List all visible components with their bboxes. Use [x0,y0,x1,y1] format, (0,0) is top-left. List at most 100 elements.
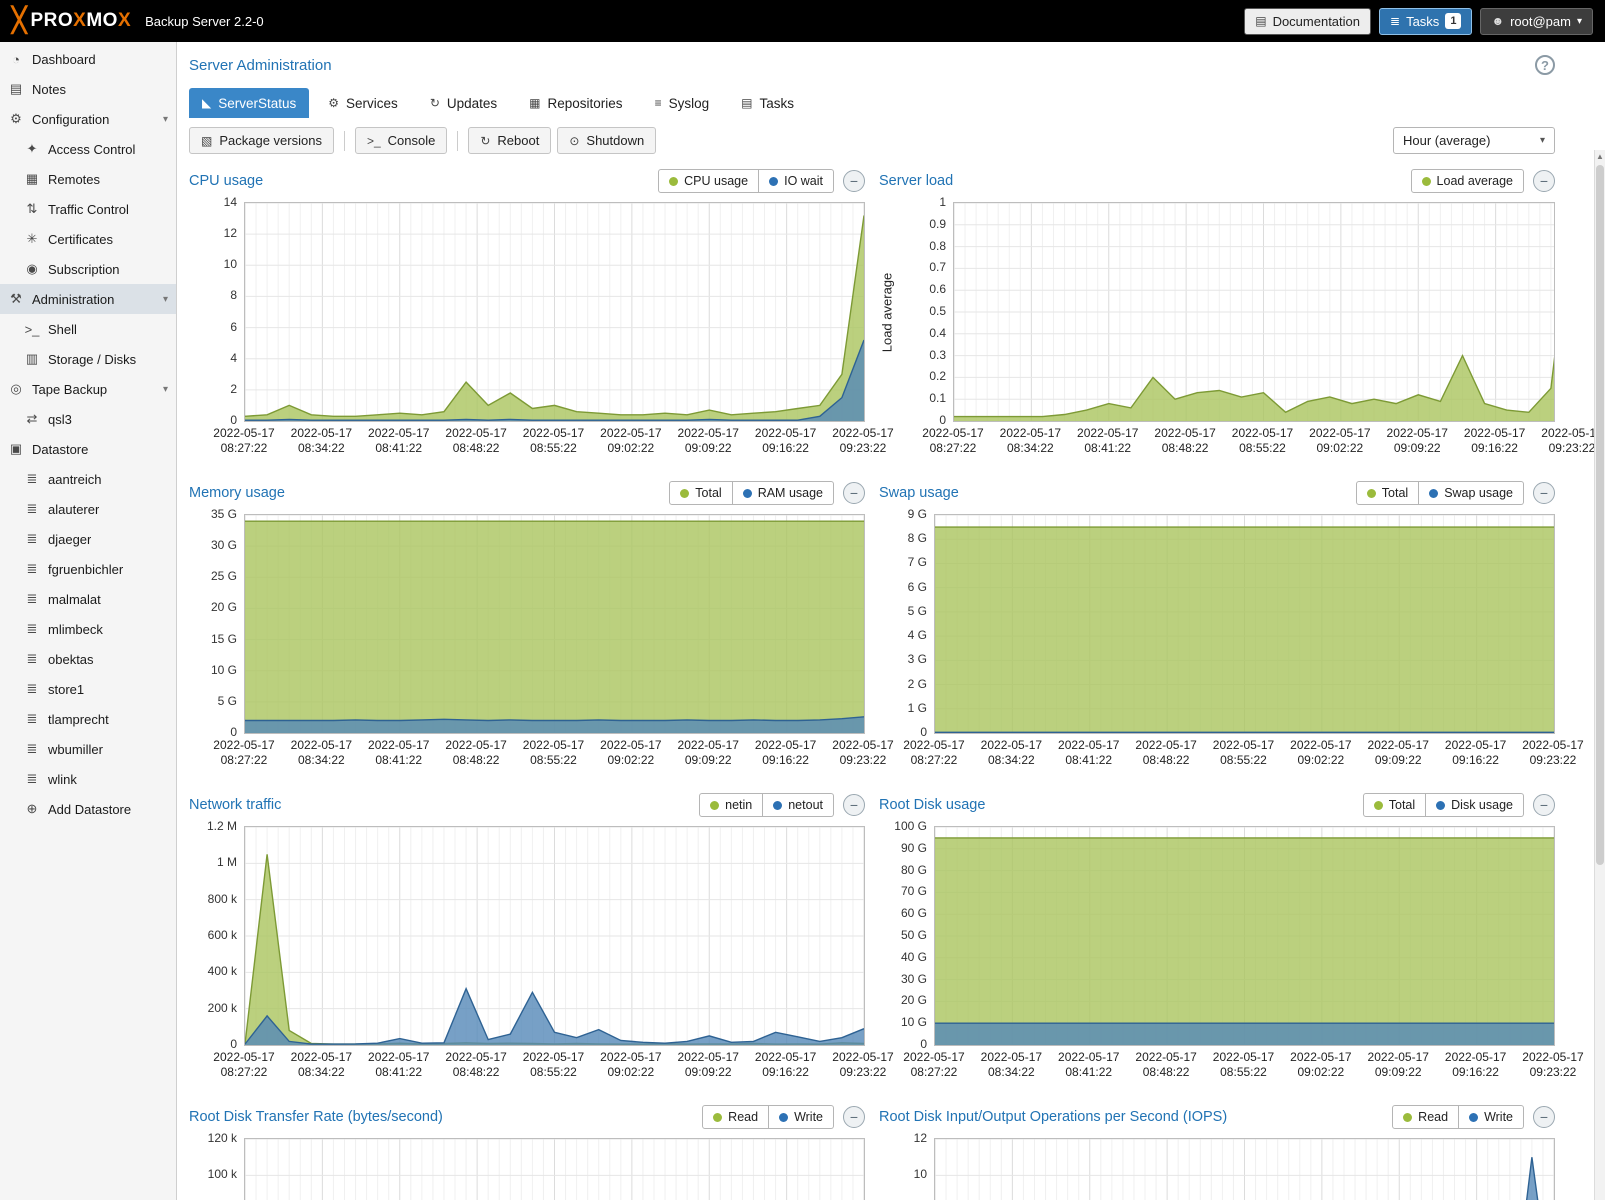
collapse-chart-button[interactable]: − [843,482,865,504]
legend-read[interactable]: Read [702,1105,769,1129]
sidebar-item-obektas[interactable]: ≣obektas [0,644,176,674]
tab-label: Services [346,96,398,111]
tab-syslog[interactable]: ≡Syslog [642,88,723,118]
legend-read[interactable]: Read [1392,1105,1459,1129]
legend-netin[interactable]: netin [699,793,763,817]
legend-disk-usage[interactable]: Disk usage [1426,793,1524,817]
sidebar-item-fgruenbichler[interactable]: ≣fgruenbichler [0,554,176,584]
package-versions-button[interactable]: ▧ Package versions [189,127,334,154]
sidebar-item-tape-backup[interactable]: ◎Tape Backup▾ [0,374,176,404]
key-icon: ✦ [24,141,40,157]
help-button[interactable]: ? [1535,55,1555,75]
collapse-chart-button[interactable]: − [843,1106,865,1128]
sidebar-item-certificates[interactable]: ✳Certificates [0,224,176,254]
sidebar-item-alauterer[interactable]: ≣alauterer [0,494,176,524]
documentation-button[interactable]: ▤ Documentation [1244,8,1371,35]
chevron-down-icon[interactable]: ▾ [163,294,168,305]
console-button[interactable]: >_ Console [355,127,447,154]
chevron-down-icon[interactable]: ▾ [163,384,168,395]
tab-services[interactable]: ⚙Services [315,88,411,118]
legend-swap-usage[interactable]: Swap usage [1419,481,1524,505]
sidebar-item-tlamprecht[interactable]: ≣tlamprecht [0,704,176,734]
sidebar-item-label: Dashboard [32,52,96,67]
sidebar-item-access-control[interactable]: ✦Access Control [0,134,176,164]
sidebar-item-mlimbeck[interactable]: ≣mlimbeck [0,614,176,644]
sidebar-item-traffic-control[interactable]: ⇅Traffic Control [0,194,176,224]
app-root: { "header": { "brand": { "p1": "PRO", "x… [0,0,1605,1200]
tab-tasks[interactable]: ▤Tasks [728,88,807,118]
sidebar-item-administration[interactable]: ⚒Administration▾ [0,284,176,314]
legend-label: Total [695,486,721,500]
y-tick-label: 5 G [908,604,927,618]
chevron-down-icon[interactable]: ▾ [163,114,168,125]
legend-write[interactable]: Write [769,1105,834,1129]
vertical-scrollbar[interactable]: ▲ [1594,150,1605,1200]
collapse-chart-button[interactable]: − [1533,1106,1555,1128]
collapse-chart-button[interactable]: − [843,170,865,192]
chevron-down-icon: ▾ [1577,16,1582,27]
sidebar-item-wbumiller[interactable]: ≣wbumiller [0,734,176,764]
sidebar-item-aantreich[interactable]: ≣aantreich [0,464,176,494]
sidebar-item-label: fgruenbichler [48,562,123,577]
x-tick-label: 2022-05-1708:34:22 [291,1050,352,1080]
collapse-chart-button[interactable]: − [1533,170,1555,192]
reboot-button[interactable]: ↻ Reboot [468,127,551,154]
legend-netout[interactable]: netout [763,793,834,817]
sidebar-item-qsl3[interactable]: ⇄qsl3 [0,404,176,434]
database-icon: ≣ [24,591,40,607]
shutdown-button[interactable]: ⊙ Shutdown [557,127,656,154]
sidebar-item-label: Add Datastore [48,802,131,817]
legend-write[interactable]: Write [1459,1105,1524,1129]
sidebar-item-malmalat[interactable]: ≣malmalat [0,584,176,614]
tasks-button[interactable]: ≣ Tasks 1 [1379,8,1472,35]
legend-total[interactable]: Total [1363,793,1426,817]
sidebar-item-wlink[interactable]: ≣wlink [0,764,176,794]
certificate-icon: ✳ [24,231,40,247]
legend-io-wait[interactable]: IO wait [759,169,834,193]
legend-total[interactable]: Total [1356,481,1419,505]
y-tick-label: 20 G [211,600,237,614]
tab-serverstatus[interactable]: ◣ServerStatus [189,88,309,118]
y-tick-label: 200 k [208,1001,237,1015]
reboot-icon: ↻ [480,134,490,148]
sidebar-item-shell[interactable]: >_Shell [0,314,176,344]
legend-cpu-usage[interactable]: CPU usage [658,169,759,193]
scroll-up-icon[interactable]: ▲ [1595,152,1605,161]
sidebar-item-label: Shell [48,322,77,337]
legend-dot [1429,489,1438,498]
sidebar-item-add-datastore[interactable]: ⊕Add Datastore [0,794,176,824]
chart-title: Memory usage [189,485,285,501]
tab-repositories[interactable]: ▦Repositories [516,88,635,118]
collapse-chart-button[interactable]: − [1533,794,1555,816]
scrollbar-thumb[interactable] [1596,165,1604,865]
user-menu-button[interactable]: ☻ root@pam ▾ [1480,8,1593,35]
sidebar-item-subscription[interactable]: ◉Subscription [0,254,176,284]
sidebar-item-label: Administration [32,292,114,307]
sidebar-item-store1[interactable]: ≣store1 [0,674,176,704]
legend-ram-usage[interactable]: RAM usage [733,481,834,505]
x-tick-label: 2022-05-1708:55:22 [523,426,584,456]
sidebar-item-notes[interactable]: ▤Notes [0,74,176,104]
time-range-select[interactable]: Hour (average) ▾ [1393,127,1555,154]
sidebar-item-storage-disks[interactable]: ▥Storage / Disks [0,344,176,374]
sidebar-item-djaeger[interactable]: ≣djaeger [0,524,176,554]
legend-load-average[interactable]: Load average [1411,169,1524,193]
chart-panel-transfer: Root Disk Transfer Rate (bytes/second) R… [189,1102,865,1200]
x-tick-label: 2022-05-1708:55:22 [523,1050,584,1080]
legend-total[interactable]: Total [669,481,732,505]
sidebar-item-datastore[interactable]: ▣Datastore [0,434,176,464]
sidebar-item-configuration[interactable]: ⚙Configuration▾ [0,104,176,134]
y-tick-label: 120 k [208,1131,237,1145]
collapse-chart-button[interactable]: − [1533,482,1555,504]
x-axis: 2022-05-1708:27:222022-05-1708:34:222022… [244,422,865,464]
documentation-label: Documentation [1273,14,1360,29]
chart-area: 01 G2 G3 G4 G5 G6 G7 G8 G9 G 2022-05-170… [879,514,1555,776]
sidebar-item-remotes[interactable]: ▦Remotes [0,164,176,194]
sidebar-item-label: store1 [48,682,84,697]
tab-updates[interactable]: ↻Updates [417,88,510,118]
collapse-chart-button[interactable]: − [843,794,865,816]
chart-panel-header: Network traffic netinnetout − [189,790,865,820]
y-tick-label: 4 G [908,628,927,642]
y-tick-label: 0.9 [929,217,946,231]
sidebar-item-dashboard[interactable]: ◔Dashboard [0,44,176,74]
